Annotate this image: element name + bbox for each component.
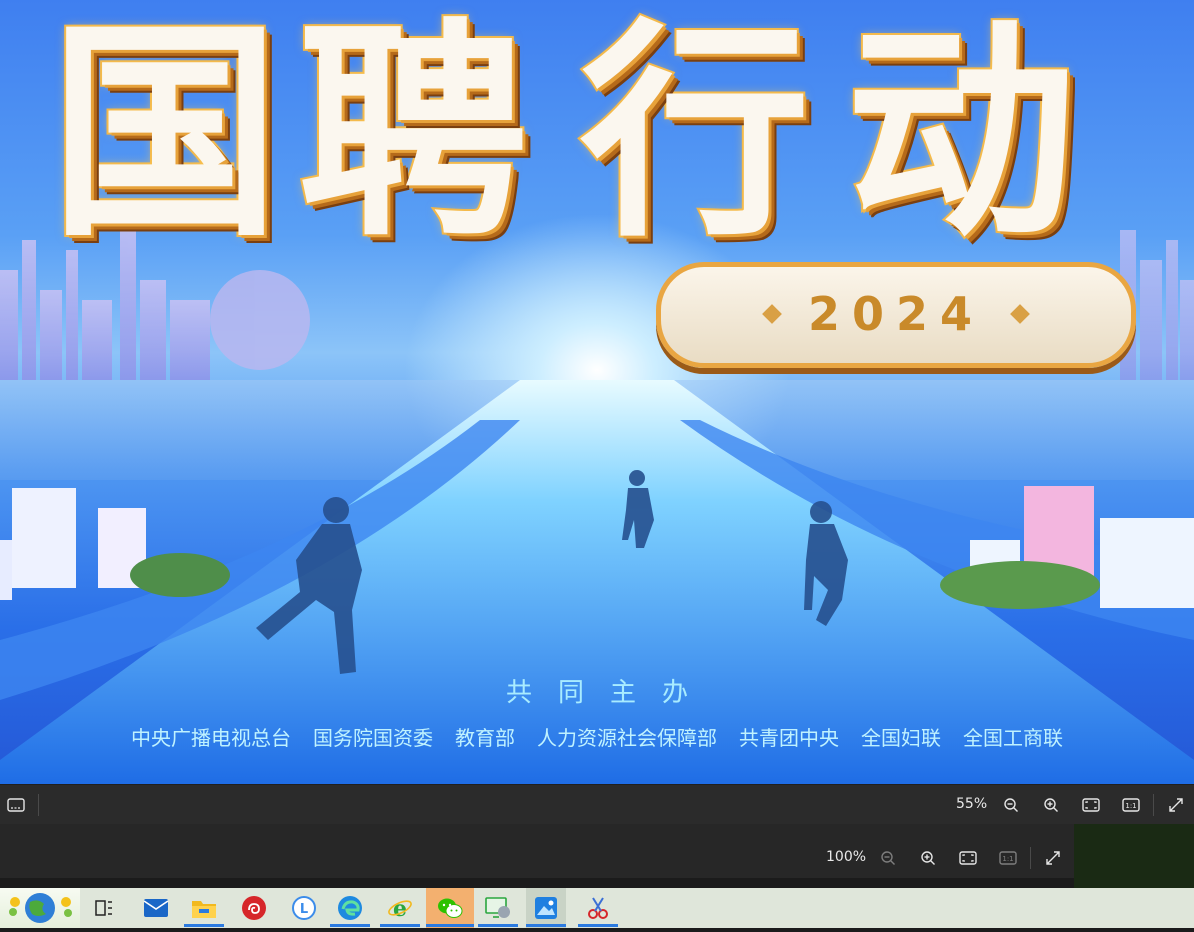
zoom-level: 100% bbox=[826, 849, 867, 865]
running-indicator bbox=[380, 924, 420, 927]
mail-icon[interactable] bbox=[136, 888, 176, 928]
zoom-in-icon[interactable] bbox=[1037, 791, 1065, 819]
taskbar: L e bbox=[0, 888, 1194, 928]
organizer-1: 中央广播电视总台 bbox=[131, 726, 291, 750]
toolbar-divider bbox=[1030, 847, 1031, 869]
viewer-toolbar-top: 55% 1:1 bbox=[0, 784, 1194, 825]
toolbar-divider bbox=[38, 794, 39, 816]
buildings-right bbox=[940, 486, 1194, 609]
poster-title-char-1: 国 bbox=[48, 1, 282, 268]
snipping-tool-icon[interactable] bbox=[578, 888, 618, 928]
zoom-out-icon[interactable] bbox=[997, 791, 1025, 819]
organizer-3: 教育部 bbox=[455, 726, 515, 750]
fullscreen-icon[interactable] bbox=[1039, 844, 1067, 872]
running-indicator bbox=[478, 924, 518, 927]
buildings-left bbox=[0, 488, 230, 600]
fit-window-icon[interactable] bbox=[954, 844, 982, 872]
toolbar-divider bbox=[1153, 794, 1154, 816]
running-indicator bbox=[526, 924, 566, 927]
organizer-6: 全国妇联 bbox=[861, 726, 941, 750]
viewer-toolbar-bottom: 100% 1:1 bbox=[0, 824, 1074, 878]
edge-browser-icon[interactable] bbox=[330, 888, 370, 928]
running-indicator bbox=[330, 924, 370, 927]
ie-browser-icon[interactable]: e bbox=[380, 888, 420, 928]
fit-window-icon[interactable] bbox=[1077, 791, 1105, 819]
poster-title-char-3: 行 bbox=[578, 1, 812, 268]
zoom-in-icon[interactable] bbox=[914, 844, 942, 872]
lark-icon[interactable]: L bbox=[284, 888, 324, 928]
file-explorer-icon[interactable] bbox=[184, 888, 224, 928]
organizer-4: 人力资源社会保障部 bbox=[537, 726, 717, 750]
poster-year: 2024 bbox=[807, 287, 985, 341]
actual-size-icon[interactable]: 1:1 bbox=[1117, 791, 1145, 819]
running-indicator bbox=[578, 924, 618, 927]
svg-text:1:1: 1:1 bbox=[1002, 855, 1013, 863]
organizer-2: 国务院国资委 bbox=[313, 726, 433, 750]
zoom-level: 55% bbox=[956, 796, 988, 812]
poster-title-char-2: 聘 bbox=[296, 1, 530, 268]
running-indicator bbox=[426, 924, 474, 927]
svg-text:e: e bbox=[393, 896, 407, 921]
poster-image: 国 聘 行 动 2024 共同主办 中央广播电视总台 国务院国资委 教育部 人力… bbox=[0, 0, 1194, 784]
svg-text:L: L bbox=[300, 902, 308, 917]
photos-icon[interactable] bbox=[526, 888, 566, 928]
zoom-out-icon[interactable] bbox=[874, 844, 902, 872]
svg-text:1:1: 1:1 bbox=[1125, 802, 1136, 810]
organizer-list: 中央广播电视总台 国务院国资委 教育部 人力资源社会保障部 共青团中央 全国妇联… bbox=[0, 722, 1194, 751]
poster-title-char-4: 动 bbox=[844, 1, 1078, 268]
desktop-wallpaper-strip bbox=[1074, 824, 1194, 888]
host-title: 共同主办 bbox=[505, 678, 714, 708]
actual-size-icon[interactable]: 1:1 bbox=[994, 844, 1022, 872]
task-view-icon[interactable] bbox=[84, 888, 124, 928]
netease-music-icon[interactable] bbox=[234, 888, 274, 928]
organizer-5: 共青团中央 bbox=[739, 726, 839, 750]
organizer-7: 全国工商联 bbox=[963, 726, 1063, 750]
running-indicator bbox=[184, 924, 224, 927]
fullscreen-icon[interactable] bbox=[1162, 791, 1190, 819]
start-button[interactable] bbox=[0, 888, 80, 928]
year-plate: 2024 bbox=[656, 262, 1136, 368]
remote-desktop-icon[interactable] bbox=[478, 888, 518, 928]
filmstrip-icon[interactable] bbox=[2, 791, 30, 819]
wechat-icon[interactable] bbox=[426, 888, 474, 928]
